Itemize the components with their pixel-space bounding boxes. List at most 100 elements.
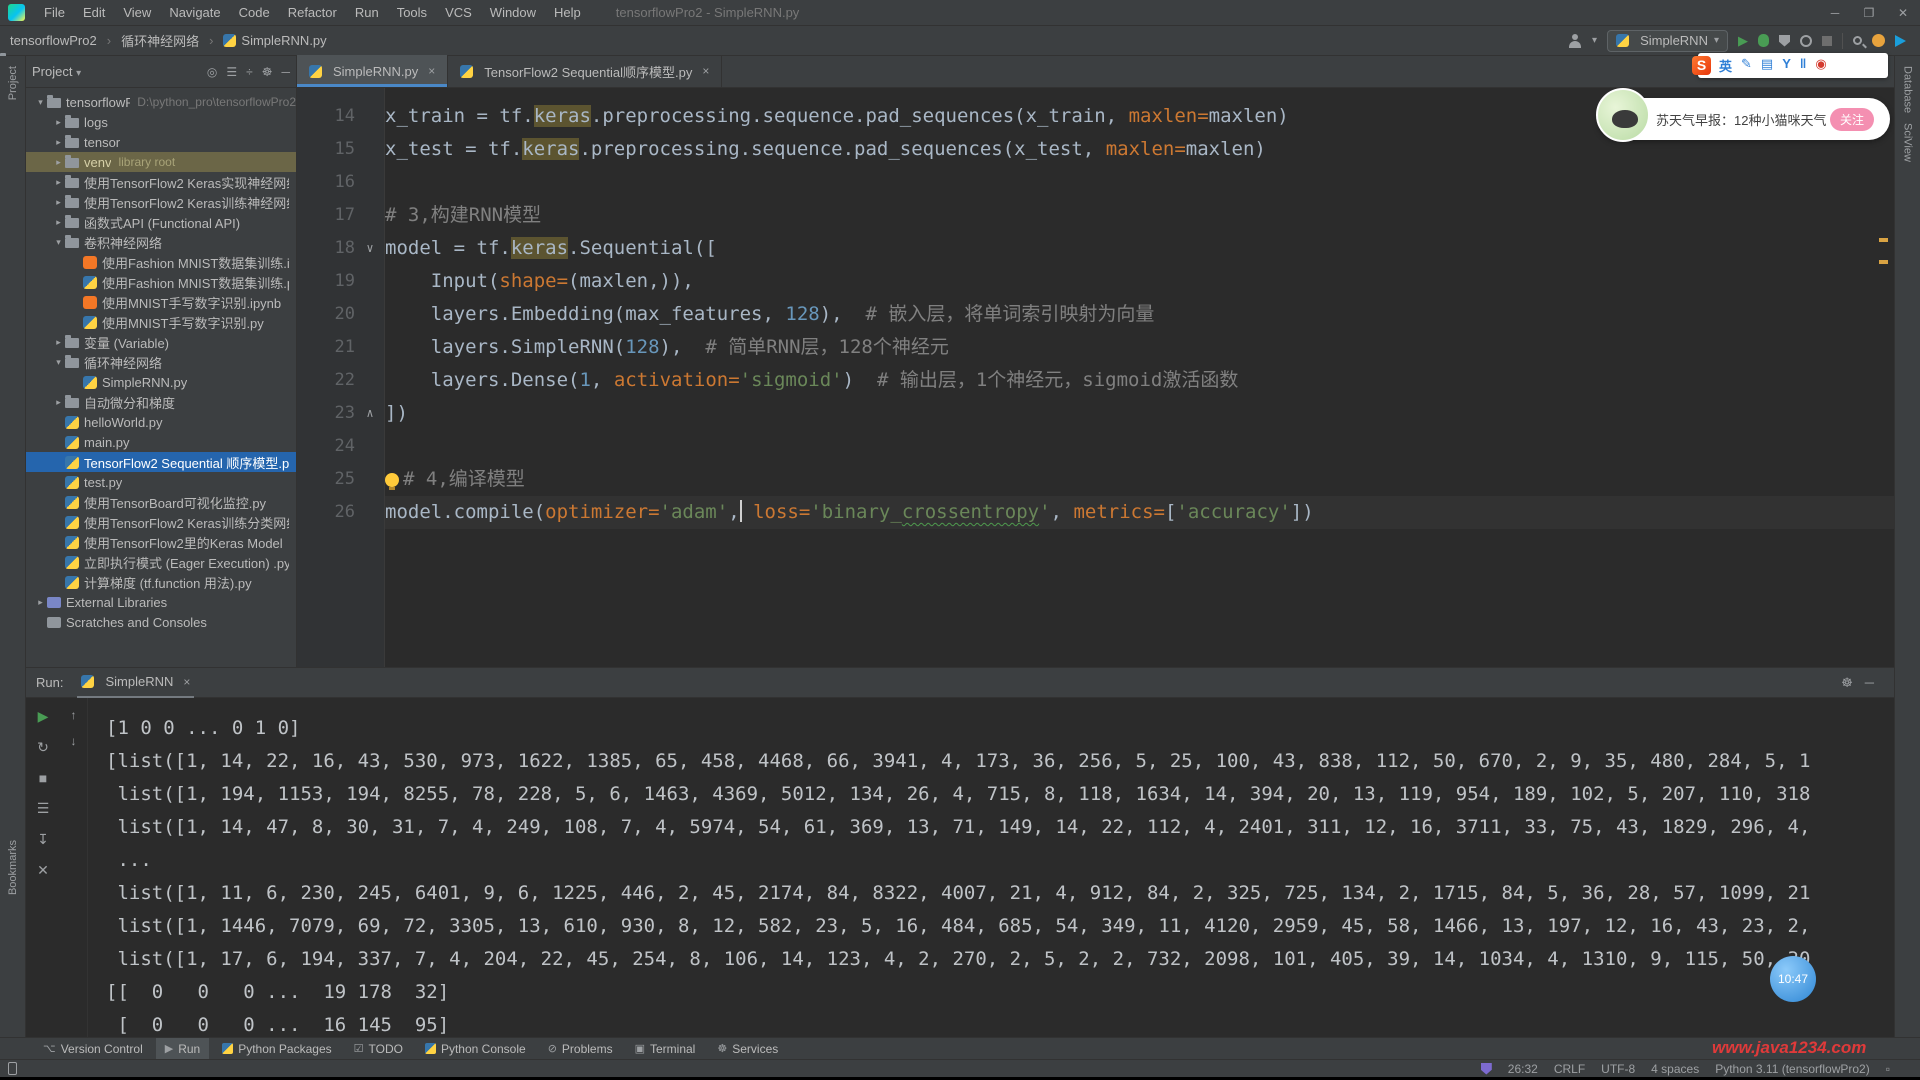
tool-window-button[interactable]: Python Packages [213, 1038, 340, 1060]
tool-window-button[interactable]: ☑ TODO [345, 1038, 412, 1060]
user-icon[interactable] [1568, 34, 1582, 48]
code-line[interactable]: 21 layers.SimpleRNN(128), # 简单RNN层，128个神… [297, 331, 1894, 364]
fold-icon[interactable] [355, 364, 385, 397]
tree-row[interactable]: ▸ 自动微分和梯度 [26, 392, 296, 412]
fold-icon[interactable] [355, 265, 385, 298]
fold-icon[interactable]: ∨ [355, 232, 385, 265]
code-line[interactable]: 18 ∨ model = tf.keras.Sequential([ [297, 232, 1894, 265]
run-tab[interactable]: SimpleRNN × [77, 668, 194, 698]
tree-row[interactable]: 使用MNIST手写数字识别.py [26, 312, 296, 332]
tool-window-button[interactable]: ▣ Terminal [626, 1038, 705, 1060]
ime-icon[interactable]: ▤ [1761, 56, 1773, 75]
search-everywhere-icon[interactable] [1853, 36, 1862, 45]
code-line[interactable]: 17 # 3,构建RNN模型 [297, 199, 1894, 232]
fold-icon[interactable] [355, 430, 385, 463]
scrollbar-warning-mark[interactable] [1879, 260, 1888, 264]
tree-row[interactable]: 使用Fashion MNIST数据集训练.py [26, 272, 296, 292]
tree-chevron-icon[interactable]: ▸ [52, 197, 65, 208]
tree-row[interactable]: ▸ 使用TensorFlow2 Keras训练神经网络 [26, 192, 296, 212]
menu-item[interactable]: File [35, 0, 74, 26]
menu-item[interactable]: Code [230, 0, 279, 26]
tree-chevron-icon[interactable]: ▸ [52, 157, 65, 168]
code-line[interactable]: 16 [297, 166, 1894, 199]
fold-icon[interactable] [355, 463, 385, 496]
stripe-label[interactable]: Database [1902, 66, 1914, 113]
breadcrumb-file[interactable]: SimpleRNN.py [223, 33, 326, 48]
tree-row[interactable]: ▸ 使用TensorFlow2 Keras实现神经网络 [26, 172, 296, 192]
tree-row[interactable]: 使用Fashion MNIST数据集训练.ipynb [26, 252, 296, 272]
ime-icon[interactable]: 英 [1719, 56, 1732, 75]
menu-item[interactable]: Edit [74, 0, 114, 26]
menu-item[interactable]: View [114, 0, 160, 26]
minimize-button[interactable]: ─ [1818, 0, 1852, 26]
tree-row[interactable]: ▸ logs [26, 112, 296, 132]
tree-row[interactable]: SimpleRNN.py [26, 372, 296, 392]
tree-chevron-icon[interactable]: ▸ [52, 177, 65, 188]
tree-row[interactable]: helloWorld.py [26, 412, 296, 432]
sogou-logo-icon[interactable]: S [1692, 56, 1711, 75]
code-line[interactable]: 24 [297, 430, 1894, 463]
status-item[interactable]: UTF-8 [1601, 1062, 1635, 1076]
fold-icon[interactable]: ∧ [355, 397, 385, 430]
console-toolbar-icon[interactable]: ■ [39, 770, 47, 786]
close-icon[interactable]: × [702, 64, 709, 78]
tree-chevron-icon[interactable]: ▾ [52, 237, 65, 248]
follow-button[interactable]: 关注 [1830, 108, 1874, 131]
status-item[interactable]: CRLF [1554, 1062, 1585, 1076]
fold-icon[interactable] [355, 199, 385, 232]
stripe-label[interactable]: SciView [1902, 123, 1914, 162]
code-line[interactable]: 22 layers.Dense(1, activation='sigmoid')… [297, 364, 1894, 397]
status-item[interactable]: 26:32 [1508, 1062, 1538, 1076]
ime-icon[interactable]: ✎ [1741, 56, 1752, 75]
console-toolbar-icon[interactable]: ↻ [37, 739, 49, 756]
tool-window-button[interactable]: ⊘ Problems [539, 1038, 622, 1060]
menu-item[interactable]: Tools [388, 0, 436, 26]
streamer-avatar[interactable] [1596, 88, 1650, 142]
tree-chevron-icon[interactable]: ▸ [34, 597, 47, 608]
breadcrumb-folder[interactable]: 循环神经网络 [121, 31, 199, 50]
debug-button[interactable] [1758, 34, 1769, 47]
tree-row[interactable]: test.py [26, 472, 296, 492]
fold-icon[interactable] [355, 298, 385, 331]
panel-header-icon[interactable]: ─ [281, 65, 290, 79]
console-toolbar-icon[interactable]: ☰ [37, 800, 50, 817]
code-line[interactable]: 19 Input(shape=(maxlen,)), [297, 265, 1894, 298]
tool-window-button[interactable]: ▶ Run [156, 1038, 209, 1060]
panel-header-icon[interactable]: ☸ [1841, 675, 1853, 691]
status-item[interactable]: 4 spaces [1651, 1062, 1699, 1076]
code-line[interactable]: 26 model.compile(optimizer='adam', loss=… [297, 496, 1894, 529]
tool-window-button[interactable]: Python Console [416, 1038, 535, 1060]
ime-icon[interactable]: ◉ [1815, 56, 1826, 75]
console-sub-icon[interactable]: ↑ [71, 708, 77, 722]
panel-header-icon[interactable]: ☰ [226, 65, 237, 79]
stripe-label-bookmarks[interactable]: Bookmarks [7, 840, 19, 895]
console-sub-icon[interactable]: ↓ [71, 734, 77, 748]
tree-chevron-icon[interactable]: ▸ [52, 137, 65, 148]
menu-item[interactable]: Run [346, 0, 388, 26]
project-view-select[interactable]: Project ▾ [32, 64, 81, 79]
tree-chevron-icon[interactable]: ▸ [52, 217, 65, 228]
menu-item[interactable]: Navigate [160, 0, 229, 26]
breadcrumb-project[interactable]: tensorflowPro2 [10, 33, 97, 48]
ime-icon[interactable]: Y [1782, 56, 1791, 75]
tree-row[interactable]: 使用TensorFlow2里的Keras Model [26, 532, 296, 552]
panel-header-icon[interactable]: ◎ [207, 65, 217, 79]
console-toolbar-icon[interactable]: ✕ [37, 862, 49, 879]
console-output[interactable]: [1 0 0 ... 0 1 0][list([1, 14, 22, 16, 4… [88, 698, 1894, 1037]
tree-row[interactable]: 计算梯度 (tf.function 用法).py [26, 572, 296, 592]
status-item[interactable]: Python 3.11 (tensorflowPro2) [1715, 1062, 1870, 1076]
tree-row[interactable]: ▸ tensor [26, 132, 296, 152]
console-toolbar-icon[interactable]: ↧ [37, 831, 49, 848]
tree-row[interactable]: main.py [26, 432, 296, 452]
fold-icon[interactable] [355, 331, 385, 364]
intention-bulb-icon[interactable] [385, 473, 399, 487]
tree-row[interactable]: 使用TensorBoard可视化监控.py [26, 492, 296, 512]
menu-item[interactable]: Help [545, 0, 590, 26]
tree-row[interactable]: ▸ venv library root [26, 152, 296, 172]
tree-row[interactable]: ▸ External Libraries [26, 592, 296, 612]
tool-window-button[interactable]: ☸ Services [708, 1038, 787, 1060]
run-button[interactable]: ▶ [1738, 33, 1748, 49]
editor-tab[interactable]: TensorFlow2 Sequential顺序模型.py × [448, 55, 722, 87]
code-line[interactable]: 20 layers.Embedding(max_features, 128), … [297, 298, 1894, 331]
tree-row[interactable]: Scratches and Consoles [26, 612, 296, 632]
